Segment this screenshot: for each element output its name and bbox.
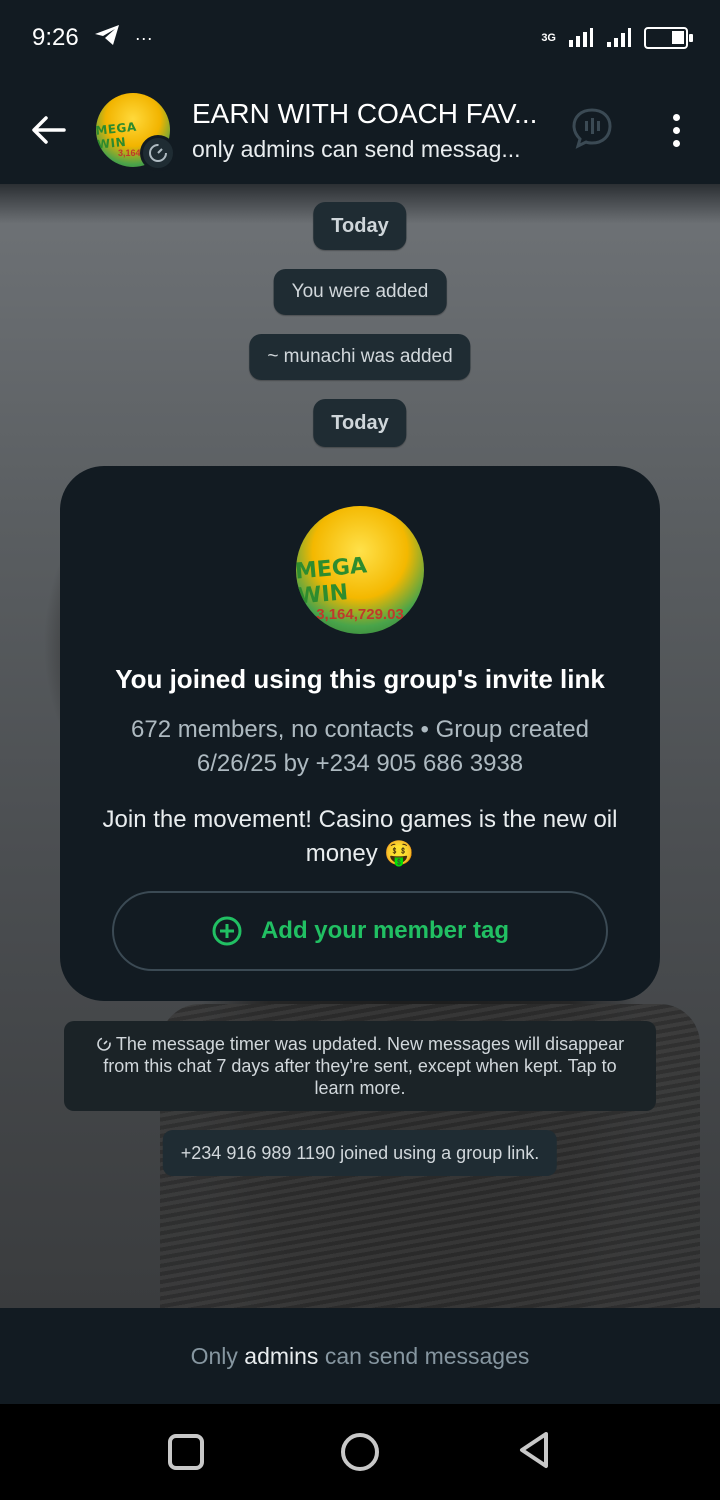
admins-only-footer: Only admins can send messages <box>0 1308 720 1404</box>
more-vert-icon[interactable] <box>660 106 692 154</box>
group-avatar-button[interactable]: MEGA WIN 3,164,7 <box>96 93 176 171</box>
header-text[interactable]: EARN WITH COACH FAV... only admins can s… <box>192 98 552 163</box>
status-left: 9:26 ··· <box>32 23 153 54</box>
back-nav-button[interactable] <box>516 1430 552 1475</box>
group-card-title: You joined using this group's invite lin… <box>115 664 605 694</box>
footer-prefix: Only <box>190 1342 238 1369</box>
back-arrow-icon <box>32 116 66 144</box>
group-card-meta: 672 members, no contacts • Group created… <box>131 716 589 777</box>
back-button[interactable] <box>0 76 96 184</box>
group-subtitle: only admins can send messag... <box>192 135 521 162</box>
status-ellipsis: ··· <box>134 27 153 48</box>
add-circle-icon <box>212 916 242 946</box>
status-right: 3G <box>541 26 693 51</box>
chat-area[interactable]: Today You were added ~ munachi was added… <box>0 184 720 1308</box>
group-invite-card: MEGA WIN 3,164,729.03 You joined using t… <box>60 466 660 1001</box>
add-member-tag-label: Add your member tag <box>260 917 510 944</box>
group-card-description: Join the movement! Casino games is the n… <box>102 806 618 867</box>
group-title: EARN WITH COACH FAV... <box>192 97 538 129</box>
chat-header: MEGA WIN 3,164,7 EARN WITH COACH FAV... … <box>0 76 720 184</box>
date-label: Today <box>313 399 407 447</box>
footer-admins-link[interactable]: admins <box>244 1343 318 1370</box>
telegram-icon <box>93 23 121 54</box>
timer-icon <box>97 1037 111 1051</box>
card-avatar-mega-text: MEGA WIN <box>296 552 368 609</box>
network-type-label: 3G <box>541 32 556 44</box>
group-card-avatar[interactable]: MEGA WIN 3,164,729.03 <box>296 506 424 634</box>
add-member-tag-button[interactable]: Add your member tag <box>112 891 608 971</box>
recents-button[interactable] <box>168 1434 205 1470</box>
timer-update-notice[interactable]: The message timer was updated. New messa… <box>64 1021 656 1111</box>
voice-chat-icon <box>572 108 612 149</box>
signal-icon-2 <box>606 26 632 51</box>
back-triangle-icon <box>519 1431 548 1468</box>
disappearing-timer-icon <box>140 135 176 171</box>
date-label: Today <box>313 202 407 250</box>
battery-icon <box>644 27 693 49</box>
system-nav-bar <box>0 1404 720 1500</box>
join-notice: +234 916 989 1190 joined using a group l… <box>162 1130 558 1176</box>
footer-suffix: can send messages <box>324 1342 530 1369</box>
status-bar: 9:26 ··· 3G <box>0 0 720 76</box>
signal-icon <box>568 26 594 51</box>
status-time: 9:26 <box>32 24 79 51</box>
card-avatar-amount-text: 3,164,729.03 <box>316 605 404 623</box>
home-button[interactable] <box>340 1433 379 1471</box>
system-message: You were added <box>273 269 447 315</box>
timer-update-text: The message timer was updated. New messa… <box>103 1034 625 1098</box>
system-message: ~ munachi was added <box>249 334 471 380</box>
voice-chat-button[interactable] <box>570 106 614 150</box>
